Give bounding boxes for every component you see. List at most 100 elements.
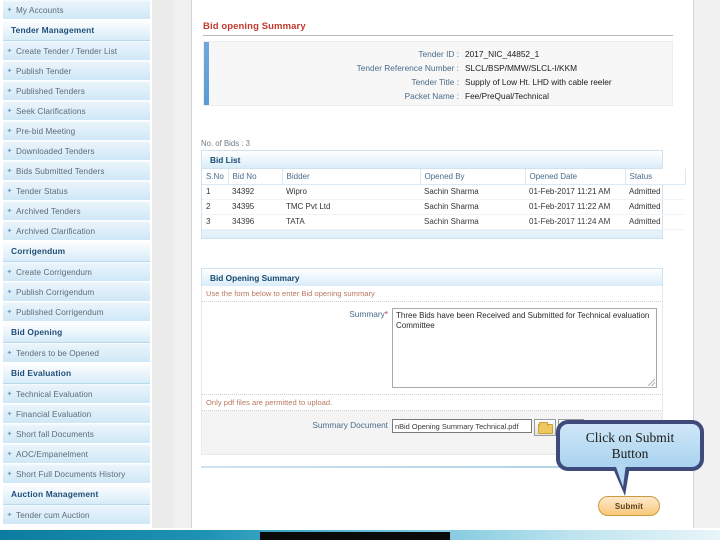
- sidebar-item-label: Technical Evaluation: [16, 389, 93, 399]
- sidebar-item-label: Bids Submitted Tenders: [16, 166, 105, 176]
- tender-details-panel: Tender ID : 2017_NIC_44852_1 Tender Refere…: [203, 41, 673, 106]
- bullet-icon: ✦: [6, 471, 13, 478]
- sidebar-navigation: ✦ My Accounts Tender Management ✦ Create Ten…: [0, 0, 152, 528]
- summary-field-row: Summary* Three Bids have been Received a…: [201, 302, 663, 395]
- bullet-icon: ✦: [6, 512, 13, 519]
- sidebar-item-bids-submitted-tenders[interactable]: ✦ Bids Submitted Tenders: [3, 161, 150, 181]
- sidebar-group-label: Tender Management: [11, 25, 95, 35]
- tender-detail-value: Supply of Low Ht. LHD with cable reeler: [465, 77, 612, 87]
- application-page: ✦ My Accounts Tender Management ✦ Create Ten…: [0, 0, 720, 540]
- tender-detail-row: Tender Title : Supply of Low Ht. LHD with…: [204, 75, 672, 89]
- sidebar-group-label: Auction Management: [11, 489, 99, 499]
- bid-list-grid: S.No Bid No Bidder Opened By Opened Date Stat…: [202, 169, 686, 230]
- callout-tail-inner: [615, 464, 626, 487]
- sidebar-item-archived-clarification[interactable]: ✦ Archived Clarification: [3, 221, 150, 241]
- sidebar-item-short-full-documents-history[interactable]: ✦ Short Full Documents History: [3, 464, 150, 484]
- bid-opening-summary-title: Bid Opening Summary: [201, 268, 663, 286]
- submit-button[interactable]: Submit: [598, 496, 660, 516]
- tender-detail-label: Tender Reference Number :: [356, 63, 459, 73]
- table-cell: Sachin Sharma: [420, 214, 525, 230]
- bullet-icon: ✦: [6, 7, 13, 14]
- page-title: Bid opening Summary: [203, 21, 306, 32]
- sidebar-group-corrigendum: Corrigendum: [0, 241, 150, 262]
- sidebar-item-list: ✦ My Accounts Tender Management ✦ Create Ten…: [0, 0, 152, 525]
- bottom-black-strip: [260, 532, 450, 540]
- sidebar-item-create-tender-tender-list[interactable]: ✦ Create Tender / Tender List: [3, 41, 150, 61]
- sidebar-item-seek-clarifications[interactable]: ✦ Seek Clarifications: [3, 101, 150, 121]
- table-cell: 34395: [228, 199, 282, 215]
- table-footer: [202, 229, 662, 238]
- table-row: 1 34392 Wipro Sachin Sharma 01-Feb-2017 11:2…: [202, 184, 685, 200]
- sidebar-item-published-tenders[interactable]: ✦ Published Tenders: [3, 81, 150, 101]
- sidebar-item-label: Create Corrigendum: [16, 267, 92, 277]
- sidebar-item-pre-bid-meeting[interactable]: ✦ Pre-bid Meeting: [3, 121, 150, 141]
- sidebar-item-label: Tender Status: [16, 186, 68, 196]
- column-header: Opened Date: [525, 169, 626, 185]
- callout-bubble: Click on Submit Button: [556, 420, 704, 471]
- table-cell: Admitted: [625, 199, 685, 215]
- sidebar-item-label: Publish Tender: [16, 66, 72, 76]
- sidebar-item-tender-status[interactable]: ✦ Tender Status: [3, 181, 150, 201]
- summary-textarea-value: Three Bids have been Received and Submit…: [396, 311, 650, 330]
- tender-detail-label: Packet Name :: [404, 91, 459, 101]
- sidebar-item-short-fall-documents[interactable]: ✦ Short fall Documents: [3, 424, 150, 444]
- content-gutter: [152, 0, 192, 528]
- sidebar-item-label: My Accounts: [16, 5, 64, 15]
- summary-document-file-input[interactable]: nBid Opening Summary Technical.pdf: [392, 419, 532, 433]
- sidebar-item-label: Create Tender / Tender List: [16, 46, 118, 56]
- summary-textarea[interactable]: Three Bids have been Received and Submit…: [392, 308, 657, 388]
- column-header: Bidder: [282, 169, 421, 185]
- callout-line-2: Button: [611, 445, 649, 461]
- sidebar-item-label: Tender cum Auction: [16, 510, 90, 520]
- sidebar-item-archived-tenders[interactable]: ✦ Archived Tenders: [3, 201, 150, 221]
- bullet-icon: ✦: [6, 309, 13, 316]
- sidebar-item-published-corrigendum[interactable]: ✦ Published Corrigendum: [3, 302, 150, 322]
- summary-label: Summary*: [202, 308, 392, 319]
- bullet-icon: ✦: [6, 228, 13, 235]
- sidebar-item-financial-evaluation[interactable]: ✦ Financial Evaluation: [3, 404, 150, 424]
- tender-detail-label: Tender ID :: [418, 49, 459, 59]
- sidebar-item-label: Short fall Documents: [16, 429, 94, 439]
- textarea-resize-handle[interactable]: [648, 379, 655, 386]
- sidebar-group-tender-management: Tender Management: [0, 20, 150, 41]
- bullet-icon: ✦: [6, 88, 13, 95]
- sidebar-item-downloaded-tenders[interactable]: ✦ Downloaded Tenders: [3, 141, 150, 161]
- callout-line-1: Click on Submit: [585, 429, 675, 445]
- sidebar-item-label: Published Tenders: [16, 86, 85, 96]
- upload-restriction-note: Only pdf files are permitted to upload.: [201, 395, 663, 411]
- sidebar-item-publish-tender[interactable]: ✦ Publish Tender: [3, 61, 150, 81]
- sidebar-item-technical-evaluation[interactable]: ✦ Technical Evaluation: [3, 384, 150, 404]
- sidebar-item-tenders-to-be-opened[interactable]: ✦ Tenders to be Opened: [3, 343, 150, 363]
- sidebar-item-aoc-empanelment[interactable]: ✦ AOC/Empanelment: [3, 444, 150, 464]
- sidebar-item-tender-cum-auction[interactable]: ✦ Tender cum Auction: [3, 505, 150, 525]
- sidebar-group-label: Bid Evaluation: [11, 368, 72, 378]
- table-cell: TATA: [282, 214, 420, 230]
- folder-open-icon[interactable]: [534, 419, 556, 436]
- sidebar-item-label: Archived Tenders: [16, 206, 81, 216]
- sidebar-item-label: Pre-bid Meeting: [16, 126, 76, 136]
- column-header: Status: [625, 169, 686, 185]
- table-body: 1 34392 Wipro Sachin Sharma 01-Feb-2017 11:2…: [202, 184, 685, 230]
- column-header: Opened By: [420, 169, 526, 185]
- bullet-icon: ✦: [6, 48, 13, 55]
- sidebar-item-label: AOC/Empanelment: [16, 449, 89, 459]
- bid-list-table: Bid List S.No Bid No Bidder Opened By Opened…: [201, 150, 686, 239]
- sidebar-item-publish-corrigendum[interactable]: ✦ Publish Corrigendum: [3, 282, 150, 302]
- table-cell: Sachin Sharma: [420, 199, 525, 215]
- table-cell: Wipro: [282, 184, 420, 200]
- folder-glyph: [538, 422, 553, 434]
- sidebar-item-create-corrigendum[interactable]: ✦ Create Corrigendum: [3, 262, 150, 282]
- column-header: S.No: [202, 169, 229, 185]
- tender-detail-row: Tender ID : 2017_NIC_44852_1: [204, 47, 672, 61]
- sidebar-item-label: Downloaded Tenders: [16, 146, 95, 156]
- summary-label-text: Summary: [349, 309, 385, 319]
- sidebar-item-label: Seek Clarifications: [16, 106, 86, 116]
- sidebar-item-label: Short Full Documents History: [16, 469, 126, 479]
- sidebar-group-label: Corrigendum: [11, 246, 66, 256]
- table-header-row: S.No Bid No Bidder Opened By Opened Date Stat…: [202, 169, 686, 185]
- sidebar-item-my-accounts[interactable]: ✦ My Accounts: [3, 0, 150, 20]
- table-row: 2 34395 TMC Pvt Ltd Sachin Sharma 01-Feb-201…: [202, 199, 685, 215]
- required-asterisk: *: [384, 309, 388, 319]
- tender-detail-label: Tender Title :: [411, 77, 460, 87]
- sidebar-group-bid-opening: Bid Opening: [0, 322, 150, 343]
